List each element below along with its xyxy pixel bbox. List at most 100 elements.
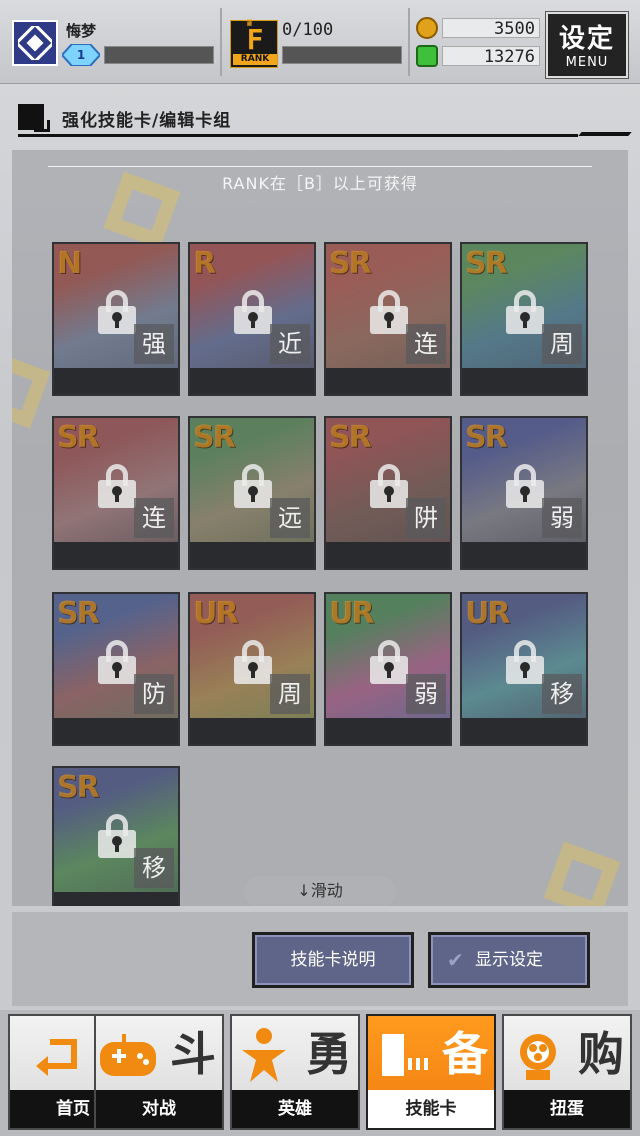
card-rarity: R — [193, 246, 216, 281]
tab-label: 对战 — [96, 1090, 222, 1128]
tab-hero[interactable]: 勇 英雄 — [230, 1014, 360, 1130]
lock-icon — [98, 640, 136, 684]
card-skill-type: 防 — [134, 674, 174, 714]
level-badge: 1 — [62, 44, 100, 66]
menu-button[interactable]: 设定 MENU — [546, 12, 628, 78]
lock-icon — [234, 290, 272, 334]
skill-card[interactable]: UR 周 — [188, 592, 316, 746]
card-name-strip — [462, 718, 586, 744]
lock-icon — [506, 640, 544, 684]
gold-coin-value: 3500 — [494, 19, 535, 39]
card-rarity: SR — [465, 246, 508, 281]
card-name-strip — [190, 368, 314, 394]
player-avatar[interactable] — [12, 20, 58, 66]
card-rarity: UR — [329, 596, 374, 631]
rank-letter: F — [246, 23, 264, 56]
green-energy-icon — [416, 45, 438, 67]
section-rule-tail — [578, 132, 632, 136]
display-settings-button[interactable]: ✔ 显示设定 — [428, 932, 590, 988]
section-header: 强化技能卡/编辑卡组 — [18, 104, 632, 137]
skill-card[interactable]: SR 远 — [188, 416, 316, 570]
card-name-strip — [326, 368, 450, 394]
skill-card[interactable]: SR 连 — [324, 242, 452, 396]
rank-requirement-note: RANK在［B］以上可获得 — [222, 174, 418, 193]
card-rarity: SR — [57, 770, 100, 805]
tab-glyph-text: 斗 — [170, 1027, 216, 1081]
lock-icon — [234, 464, 272, 508]
card-skill-type: 周 — [542, 324, 582, 364]
skill-card[interactable]: UR 弱 — [324, 592, 452, 746]
menu-label-en: MENU — [565, 55, 609, 70]
card-name-strip — [54, 892, 178, 906]
card-name-strip — [462, 368, 586, 394]
tab-gacha[interactable]: 购 扭蛋 — [502, 1014, 632, 1130]
card-skill-type: 近 — [270, 324, 310, 364]
card-rarity: SR — [329, 246, 372, 281]
card-skill-type: 阱 — [406, 498, 446, 538]
section-title: 强化技能卡/编辑卡组 — [62, 111, 232, 131]
tab-glyph-text: 勇 — [306, 1027, 352, 1081]
skill-card[interactable]: SR 阱 — [324, 416, 452, 570]
card-name-strip — [190, 542, 314, 568]
card-skill-type: 弱 — [406, 674, 446, 714]
skill-card[interactable]: SR 弱 — [460, 416, 588, 570]
lock-icon — [370, 640, 408, 684]
gold-coin-row: 3500 — [416, 16, 540, 40]
card-rarity: SR — [329, 420, 372, 455]
skill-card[interactable]: SR 连 — [52, 416, 180, 570]
section-rule — [18, 134, 578, 137]
player-name: 悔梦 — [66, 22, 97, 40]
avatar-emblem-icon — [18, 26, 52, 60]
decor-shape — [543, 841, 621, 906]
card-panel[interactable]: RANK在［B］以上可获得 N 强 R 近 SR 连 SR 周 SR 连 SR 远 SR 阱 SR 弱 SR 防 U… — [12, 150, 628, 906]
gold-coin-box: 3500 — [442, 18, 540, 39]
card-rarity: SR — [57, 420, 100, 455]
tab-skill-cards[interactable]: 备 技能卡 — [366, 1014, 496, 1130]
tab-label: 英雄 — [232, 1090, 358, 1128]
card-rarity: UR — [465, 596, 510, 631]
card-name-strip — [462, 542, 586, 568]
card-skill-type: 移 — [542, 674, 582, 714]
menu-label-cn: 设定 — [558, 24, 615, 54]
card-info-button[interactable]: 技能卡说明 — [252, 932, 414, 988]
card-rarity: SR — [57, 596, 100, 631]
card-skill-type: 周 — [270, 674, 310, 714]
energy-row: 13276 — [416, 44, 540, 68]
scroll-hint[interactable]: ↓滑动 — [244, 876, 396, 906]
skill-card[interactable]: R近 — [188, 242, 316, 396]
energy-value: 13276 — [483, 47, 535, 67]
card-skill-type: 远 — [270, 498, 310, 538]
lock-icon — [370, 290, 408, 334]
skill-card[interactable]: N强 — [52, 242, 180, 396]
card-skill-type: 强 — [134, 324, 174, 364]
divider — [408, 8, 410, 76]
tab-label: 扭蛋 — [504, 1090, 630, 1128]
card-name-strip — [190, 718, 314, 744]
card-name-strip — [54, 542, 178, 568]
section-bracket-deco — [34, 120, 50, 132]
skill-card[interactable]: UR 移 — [460, 592, 588, 746]
decor-shape — [12, 351, 51, 429]
display-settings-label: 显示设定 — [475, 950, 543, 970]
panel-divider — [48, 166, 592, 167]
energy-box: 13276 — [442, 46, 540, 67]
skill-card[interactable]: SR 防 — [52, 592, 180, 746]
gold-coin-icon — [416, 17, 438, 39]
card-name-strip — [326, 542, 450, 568]
skill-card[interactable]: SR 周 — [460, 242, 588, 396]
card-skill-type: 连 — [134, 498, 174, 538]
tab-label: 技能卡 — [368, 1090, 494, 1128]
card-rarity: SR — [465, 420, 508, 455]
skill-card[interactable]: SR 移 — [52, 766, 180, 906]
tab-glyph-text: 备 — [442, 1027, 488, 1081]
exp-bar — [104, 46, 214, 64]
card-name-strip — [326, 718, 450, 744]
tab-battle[interactable]: 斗 对战 — [94, 1014, 224, 1130]
card-skill-type: 连 — [406, 324, 446, 364]
card-rarity: N — [57, 246, 82, 281]
card-skill-type: 移 — [134, 848, 174, 888]
level-value: 1 — [76, 48, 86, 62]
card-info-label: 技能卡说明 — [290, 950, 376, 970]
lock-icon — [98, 814, 136, 858]
card-name-strip — [54, 718, 178, 744]
